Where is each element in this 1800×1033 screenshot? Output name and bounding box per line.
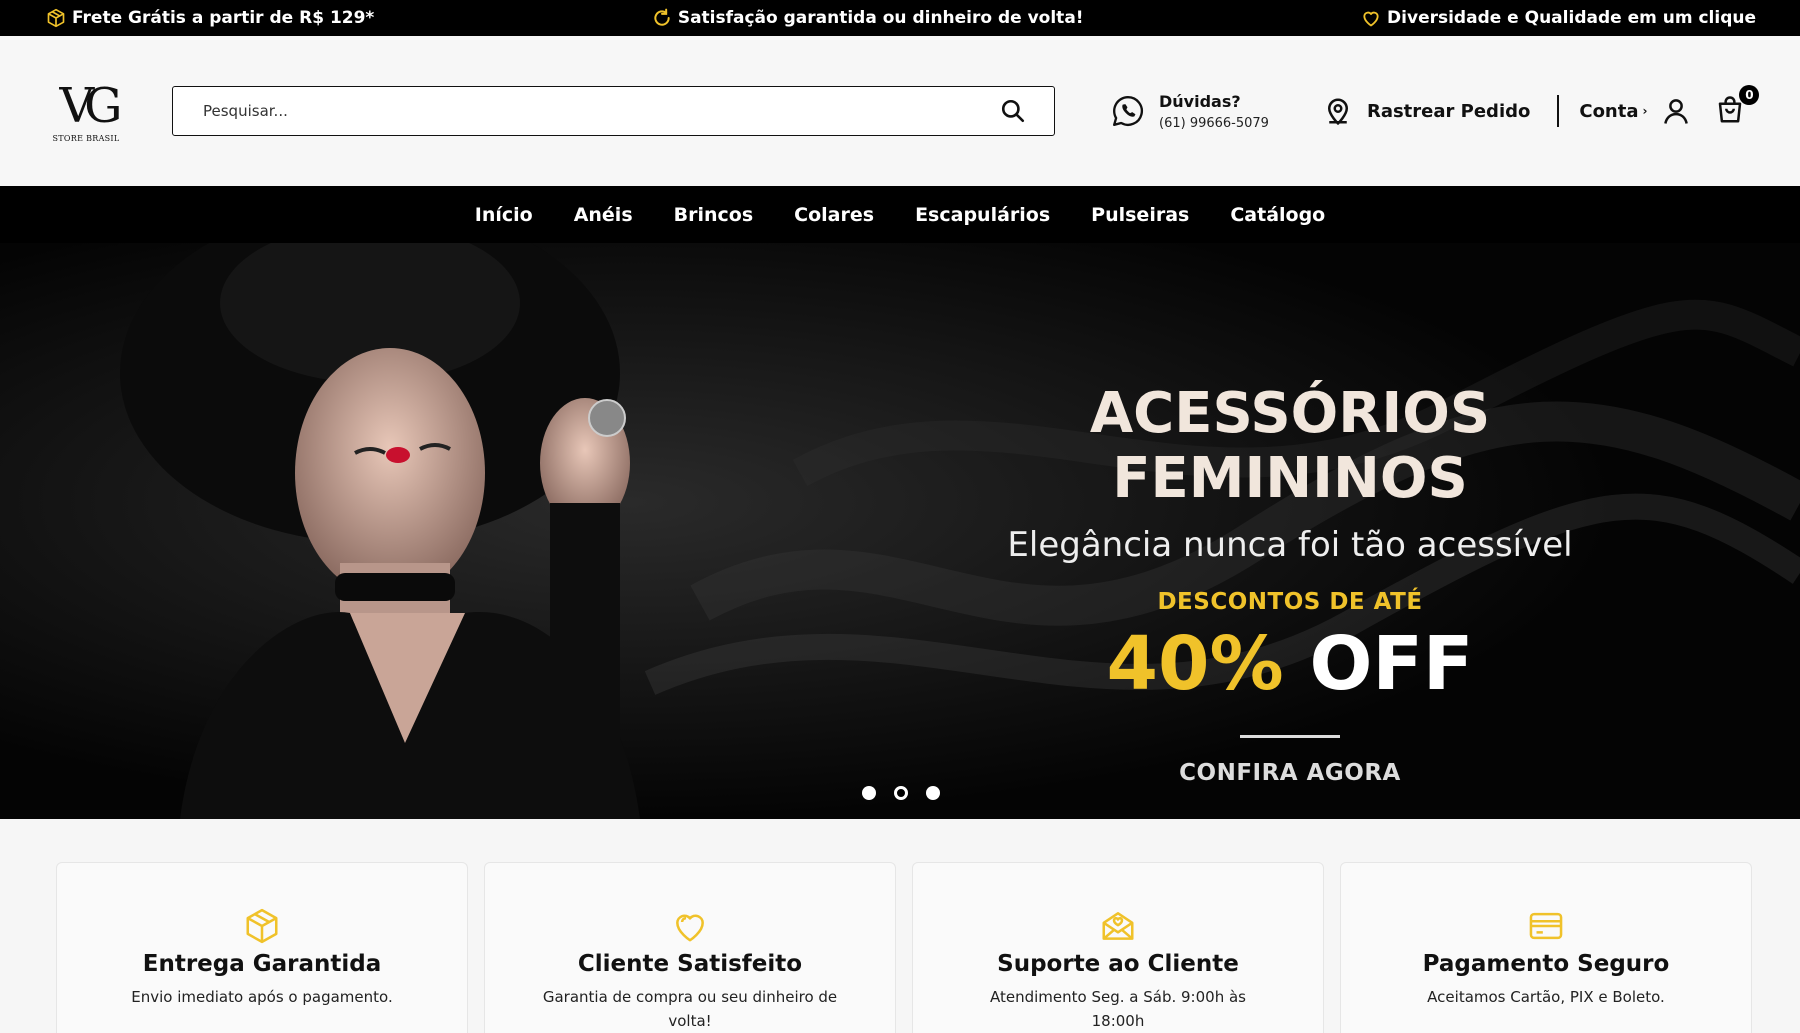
- nav-item-inicio[interactable]: Início: [475, 204, 533, 226]
- carousel-dot-3[interactable]: [926, 786, 940, 800]
- heart-icon: [1363, 11, 1379, 27]
- feature-card-satisfaction: Cliente Satisfeito Garantia de compra ou…: [484, 862, 896, 1033]
- store-logo[interactable]: VG STORE BRASIL: [48, 73, 124, 149]
- nav-item-catalogo[interactable]: Catálogo: [1230, 204, 1325, 226]
- hero-subtitle: Elegância nunca foi tão acessível: [1007, 525, 1573, 565]
- announcement-satisfaction: Satisfação garantida ou dinheiro de volt…: [652, 8, 1084, 28]
- account-menu[interactable]: Conta ›: [1579, 96, 1691, 126]
- logo-subtitle: STORE BRASIL: [52, 133, 120, 143]
- carousel-dots: [862, 786, 940, 800]
- announcement-text: Satisfação garantida ou dinheiro de volt…: [677, 8, 1084, 28]
- help-phone: (61) 99666-5079: [1159, 115, 1269, 131]
- track-order-link[interactable]: Rastrear Pedido: [1323, 96, 1530, 126]
- whatsapp-icon: [1113, 96, 1143, 126]
- search-icon[interactable]: [1000, 98, 1026, 124]
- feature-card-payment: Pagamento Seguro Aceitamos Cartão, PIX e…: [1340, 862, 1752, 1033]
- box-icon: [246, 908, 278, 944]
- whatsapp-help[interactable]: Dúvidas? (61) 99666-5079: [1111, 92, 1269, 131]
- feature-title: Pagamento Seguro: [1422, 951, 1670, 977]
- refresh-icon: [654, 8, 670, 26]
- search-input[interactable]: [203, 102, 1000, 120]
- hero-cta[interactable]: CONFIRA AGORA: [945, 760, 1635, 786]
- carousel-dot-1[interactable]: [862, 786, 876, 800]
- hero-discount-label: DESCONTOS DE ATÉ: [1157, 589, 1423, 615]
- hero-divider: [1240, 735, 1340, 738]
- feature-desc: Envio imediato após o pagamento.: [131, 988, 393, 1006]
- hero-discount-off: OFF: [1309, 621, 1474, 707]
- hero-copy: ACESSÓRIOS FEMININOS Elegância nunca foi…: [945, 381, 1635, 786]
- feature-card-delivery: Entrega Garantida Envio imediato após o …: [56, 862, 468, 1033]
- nav-item-colares[interactable]: Colares: [794, 204, 874, 226]
- site-header: VG STORE BRASIL Dúvidas? (61) 99666-5079…: [0, 36, 1800, 186]
- announcement-text: Diversidade e Qualidade em um clique: [1387, 8, 1756, 28]
- announcement-bar: Frete Grátis a partir de R$ 129* Satisfa…: [0, 0, 1800, 36]
- mail-heart-icon: [1102, 912, 1134, 940]
- hero-banner[interactable]: ACESSÓRIOS FEMININOS Elegância nunca foi…: [0, 243, 1800, 819]
- nav-item-brincos[interactable]: Brincos: [674, 204, 754, 226]
- help-title: Dúvidas?: [1159, 91, 1241, 111]
- chevron-right-icon: ›: [1642, 104, 1648, 118]
- hero-discount: 40% OFF: [945, 621, 1635, 707]
- box-icon: [47, 8, 65, 28]
- announcement-shipping: Frete Grátis a partir de R$ 129*: [46, 8, 374, 28]
- announcement-diversity: Diversidade e Qualidade em um clique: [1361, 8, 1756, 28]
- feature-desc: Atendimento Seg. a Sáb. 9:00h às 18:00h: [990, 988, 1246, 1030]
- cart-count-badge: 0: [1739, 85, 1760, 105]
- nav-item-escapularios[interactable]: Escapulários: [915, 204, 1050, 226]
- account-label: Conta: [1579, 100, 1639, 122]
- feature-title: Cliente Satisfeito: [577, 951, 803, 977]
- main-nav: Início Anéis Brincos Colares Escapulário…: [0, 186, 1800, 243]
- header-divider: [1557, 95, 1560, 127]
- model-photo: [120, 243, 640, 819]
- announcement-text: Frete Grátis a partir de R$ 129*: [72, 8, 375, 28]
- search-bar: [172, 86, 1055, 136]
- nav-item-aneis[interactable]: Anéis: [574, 204, 633, 226]
- hero-title: ACESSÓRIOS FEMININOS: [1089, 381, 1491, 511]
- location-pin-icon: [1327, 98, 1348, 125]
- feature-desc: Aceitamos Cartão, PIX e Boleto.: [1427, 988, 1665, 1006]
- feature-title: Entrega Garantida: [142, 951, 382, 977]
- feature-card-support: Suporte ao Cliente Atendimento Seg. a Sá…: [912, 862, 1324, 1033]
- credit-card-icon: [1529, 912, 1563, 940]
- features-row: Entrega Garantida Envio imediato após o …: [0, 819, 1800, 1033]
- heart-icon: [676, 914, 704, 942]
- feature-title: Suporte ao Cliente: [997, 951, 1239, 977]
- logo-monogram: VG: [59, 77, 122, 134]
- feature-desc: Garantia de compra ou seu dinheiro de vo…: [542, 988, 838, 1030]
- hero-discount-percent: 40%: [1106, 621, 1284, 707]
- cart-button[interactable]: 0: [1715, 85, 1760, 127]
- nav-item-pulseiras[interactable]: Pulseiras: [1091, 204, 1189, 226]
- user-icon: [1664, 99, 1689, 124]
- carousel-dot-2[interactable]: [894, 786, 908, 800]
- track-order-label: Rastrear Pedido: [1366, 100, 1531, 122]
